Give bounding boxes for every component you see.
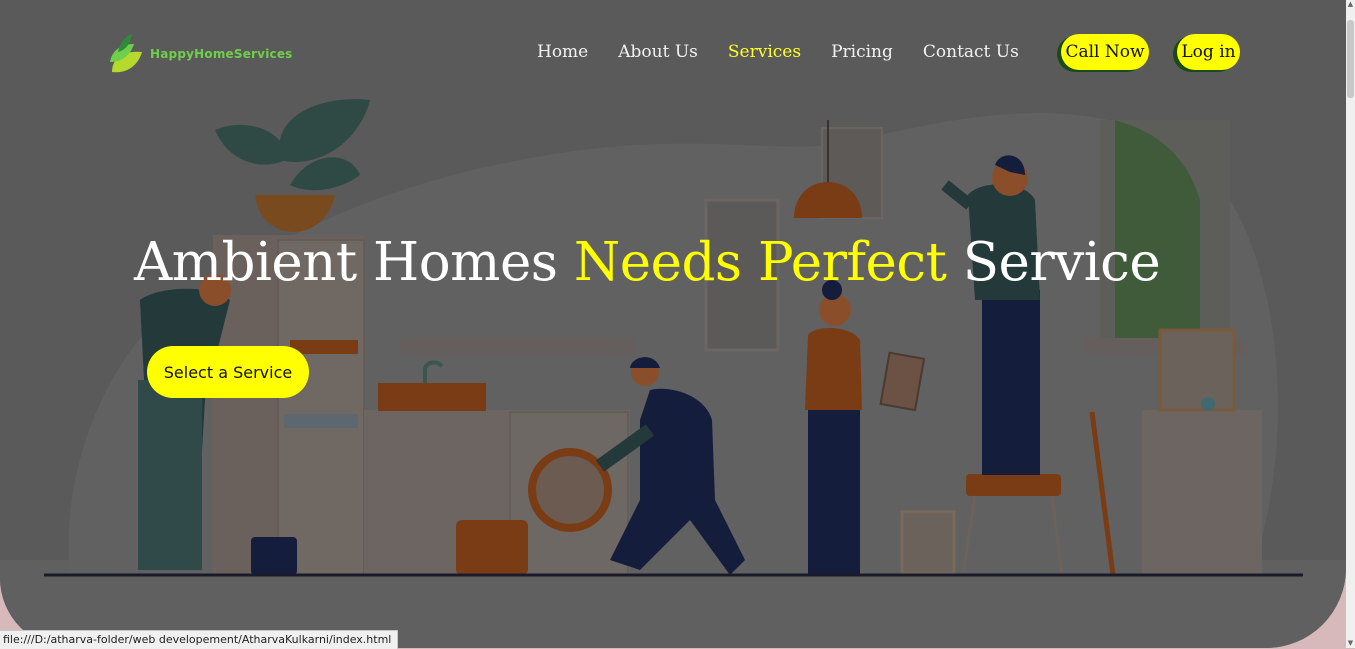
headline-part2: Service (946, 232, 1161, 293)
nav-about-us[interactable]: About Us (618, 40, 698, 64)
nav-home[interactable]: Home (537, 40, 588, 64)
washing-machine-door (528, 448, 612, 532)
scroll-down-icon[interactable]: ▼ (1346, 639, 1355, 648)
leaf-logo-icon (110, 34, 142, 73)
nav-pricing[interactable]: Pricing (831, 40, 893, 64)
nav-services[interactable]: Services (728, 40, 801, 64)
scroll-up-icon[interactable]: ▲ (1346, 0, 1355, 9)
brand-name: HappyHomeServices (150, 47, 293, 61)
status-bar-url: file:///D:/atharva-folder/web developeme… (0, 630, 399, 649)
headline-part1: Ambient Homes (134, 232, 574, 293)
toolbox (251, 537, 297, 575)
headline-highlight: Needs Perfect (573, 232, 947, 293)
call-now-button[interactable]: Call Now (1061, 34, 1149, 70)
home-service-illustration (44, 99, 1303, 577)
worker-standing (982, 290, 1040, 475)
hero-headline: Ambient Homes Needs Perfect Service (134, 232, 1161, 293)
plant-leaf (215, 124, 286, 165)
hero-section: HappyHomeServices Home About Us Services… (0, 0, 1346, 648)
main-nav: Home About Us Services Pricing Contact U… (537, 40, 1049, 64)
nav-contact-us[interactable]: Contact Us (923, 40, 1019, 64)
scrollbar-thumb[interactable] (1347, 20, 1354, 98)
stool (966, 474, 1061, 496)
brand-logo[interactable]: HappyHomeServices (108, 32, 293, 76)
login-button[interactable]: Log in (1177, 34, 1240, 70)
select-service-button[interactable]: Select a Service (147, 346, 309, 398)
vertical-scrollbar[interactable]: ▲ ▼ (1346, 0, 1355, 648)
worker-woman (808, 405, 860, 575)
